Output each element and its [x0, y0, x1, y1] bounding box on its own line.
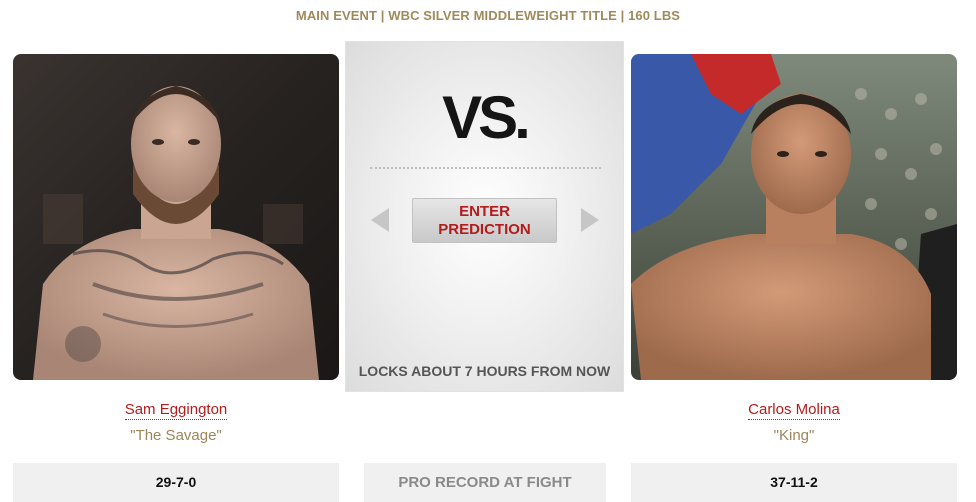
- right-arrow-icon[interactable]: [581, 208, 599, 232]
- record-label: PRO RECORD AT FIGHT: [364, 463, 606, 502]
- fighter-photo-right[interactable]: [631, 54, 957, 380]
- fighter-photo-left[interactable]: [13, 54, 339, 380]
- event-title: MAIN EVENT | WBC SILVER MIDDLEWEIGHT TIT…: [295, 8, 681, 23]
- fighter-name-left-link[interactable]: Sam Eggington: [124, 401, 228, 420]
- predict-line-2: PREDICTION: [438, 221, 531, 238]
- locks-countdown: LOCKS ABOUT 7 HOURS FROM NOW: [358, 363, 611, 379]
- enter-prediction-button[interactable]: ENTER PREDICTION: [412, 198, 557, 243]
- fighter-name-left[interactable]: Sam Eggington: [13, 401, 339, 420]
- record-left: 29-7-0: [13, 463, 339, 502]
- center-panel: VS. ENTER PREDICTION LOCKS ABOUT 7 HOURS…: [345, 41, 624, 392]
- dotted-divider: [370, 167, 601, 169]
- fighter-name-right[interactable]: Carlos Molina: [631, 401, 957, 420]
- fighter-nickname-left: "The Savage": [130, 427, 222, 444]
- fighter-nickname-right: "King": [773, 427, 815, 444]
- predict-line-1: ENTER: [459, 203, 510, 220]
- left-arrow-icon[interactable]: [371, 208, 389, 232]
- vs-label: VS.: [442, 84, 531, 151]
- fighter-name-right-link[interactable]: Carlos Molina: [748, 401, 840, 420]
- record-right: 37-11-2: [631, 463, 957, 502]
